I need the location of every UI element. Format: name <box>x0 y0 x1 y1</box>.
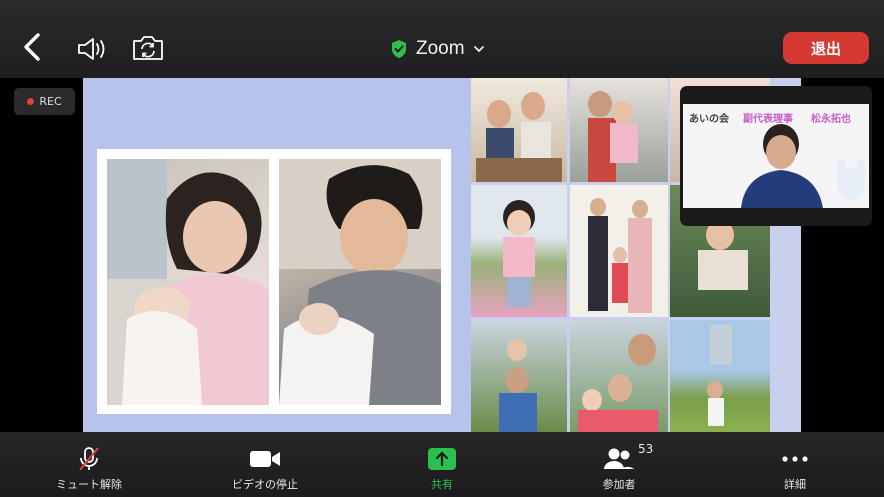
collage-photo <box>570 185 668 317</box>
participant-video-tile[interactable]: あいの会 副代表理事 松永拓也 <box>680 86 872 226</box>
microphone-muted-icon <box>79 447 99 471</box>
collage-photo <box>471 185 567 317</box>
recording-label: REC <box>39 95 62 108</box>
meeting-title: Zoom <box>416 38 465 59</box>
share-screen-icon <box>428 448 456 470</box>
participants-icon <box>604 448 634 469</box>
speaker-button[interactable] <box>76 36 108 62</box>
photo-father-with-baby <box>279 159 441 405</box>
recording-indicator[interactable]: REC <box>14 88 75 115</box>
top-bar: Zoom 退出 <box>0 0 884 78</box>
collage-photo <box>570 320 668 432</box>
unmute-label: ミュート解除 <box>56 478 122 491</box>
more-label: 詳細 <box>784 478 806 491</box>
record-dot-icon <box>27 98 35 105</box>
participant-person <box>741 124 866 208</box>
camera-switch-icon <box>133 36 163 60</box>
collage-photo <box>471 78 567 182</box>
meeting-title-menu[interactable]: Zoom <box>390 36 485 62</box>
photo-mother-with-baby <box>107 159 269 405</box>
more-dots-icon <box>782 456 808 462</box>
collage-photo <box>670 320 770 432</box>
unmute-button[interactable]: ミュート解除 <box>50 432 128 497</box>
stop-video-label: ビデオの停止 <box>232 478 298 491</box>
photo-frame <box>97 149 451 414</box>
back-chevron-icon <box>24 33 40 61</box>
participants-label: 参加者 <box>602 478 636 491</box>
chevron-down-icon <box>473 46 484 52</box>
back-button[interactable] <box>20 32 44 62</box>
share-button[interactable]: 共有 <box>416 432 468 497</box>
speaker-icon <box>78 38 105 60</box>
participants-count: 53 <box>638 442 654 456</box>
participant-video: あいの会 副代表理事 松永拓也 <box>683 104 869 208</box>
shield-check-icon <box>392 40 406 58</box>
collage-photo <box>570 78 668 182</box>
collage-photo <box>471 320 567 432</box>
stop-video-button[interactable]: ビデオの停止 <box>226 432 304 497</box>
switch-camera-button[interactable] <box>131 34 165 62</box>
shared-slide <box>83 78 471 432</box>
leave-button[interactable]: 退出 <box>783 32 869 64</box>
share-label: 共有 <box>431 478 453 491</box>
video-camera-icon <box>250 451 280 467</box>
more-button[interactable]: 詳細 <box>770 432 820 497</box>
